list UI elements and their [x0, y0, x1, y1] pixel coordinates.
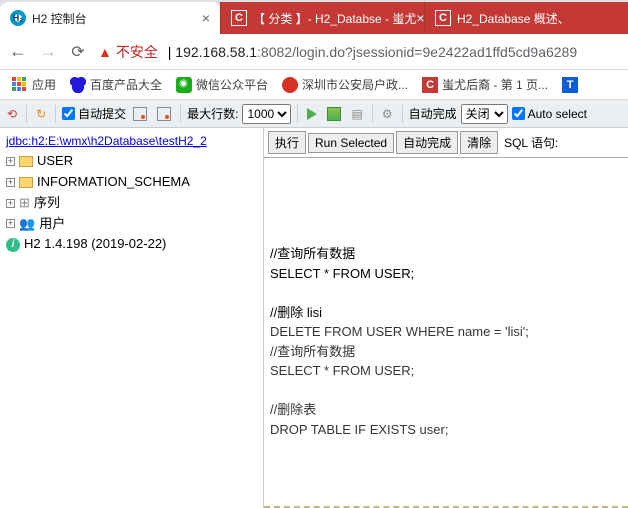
settings-button[interactable]: ⚙ — [379, 106, 396, 122]
bookmarks-bar: 应用 百度产品大全 微信公众平台 深圳市公安局户政... C蚩尤后裔 - 第 1… — [0, 70, 628, 100]
maxrows-select[interactable]: 1000 — [242, 104, 291, 124]
run-selected-button[interactable] — [324, 106, 344, 122]
autocomplete-button[interactable]: 自动完成 — [396, 131, 458, 154]
tab-active[interactable]: H₂ H2 控制台 × — [0, 2, 220, 34]
back-button[interactable]: ← — [8, 42, 28, 62]
close-icon[interactable]: × — [202, 10, 210, 26]
info-icon: i — [6, 238, 20, 252]
c-icon: C — [422, 77, 438, 93]
autocommit-checkbox[interactable]: 自动提交 — [62, 105, 126, 122]
tree-panel: jdbc:h2:E:\wmx\h2Database\testH2_2 +USER… — [0, 128, 264, 508]
h2-favicon: H₂ — [10, 10, 26, 26]
url-host: 192.168.58.1 — [175, 44, 257, 60]
url-path: /login.do?jsessionid=9e2422ad1ffd5cd9a62… — [292, 44, 577, 60]
commit-button[interactable] — [130, 106, 150, 122]
folder-icon — [19, 156, 33, 167]
workspace: jdbc:h2:E:\wmx\h2Database\testH2_2 +USER… — [0, 128, 628, 508]
url-port: :8082 — [257, 44, 292, 60]
main-panel: 执行 Run Selected 自动完成 清除 SQL 语句: I //查询所有… — [264, 128, 628, 508]
tree-item-user[interactable]: +USER — [6, 151, 257, 172]
autocomplete-label: 自动完成 — [409, 105, 457, 122]
url-input[interactable]: ▲不安全 | 192.168.58.1 :8082 /login.do?jses… — [98, 42, 620, 62]
bookmark-wechat[interactable]: 微信公众平台 — [172, 74, 272, 95]
folder-icon — [19, 177, 33, 188]
sql-toolbar: 执行 Run Selected 自动完成 清除 SQL 语句: — [264, 128, 628, 158]
apps-icon — [12, 77, 28, 93]
autocomplete-select[interactable]: 关闭 — [461, 104, 508, 124]
wechat-icon — [176, 77, 192, 93]
tree-item-users[interactable]: +👥用户 — [6, 214, 257, 235]
sql-editor[interactable]: I //查询所有数据 SELECT * FROM USER; //删除 lisi… — [264, 158, 628, 508]
forward-button[interactable]: → — [38, 42, 58, 62]
clear-button[interactable]: 清除 — [460, 131, 498, 154]
seq-icon: ⊞ — [19, 193, 30, 214]
c-favicon: C — [435, 10, 451, 26]
tree-item-schema[interactable]: +INFORMATION_SCHEMA — [6, 172, 257, 193]
reload-button[interactable]: ⟳ — [68, 42, 88, 62]
run-selected-icon — [327, 107, 341, 121]
play-icon — [307, 108, 317, 120]
expand-icon[interactable]: + — [6, 219, 15, 228]
bookmark-apps[interactable]: 应用 — [8, 74, 60, 95]
maxrows-label: 最大行数: — [187, 105, 238, 122]
sql-label: SQL 语句: — [504, 134, 558, 151]
tab-title: H2 控制台 — [32, 10, 87, 27]
bookmark-blog[interactable]: C蚩尤后裔 - 第 1 页... — [418, 74, 552, 95]
paw-icon — [70, 77, 86, 93]
security-warning: ▲不安全 — [98, 42, 158, 62]
rollback-button[interactable] — [154, 106, 174, 122]
expand-icon[interactable]: + — [6, 178, 15, 187]
autoselect-checkbox[interactable]: Auto select — [512, 107, 587, 121]
t-icon: T — [562, 77, 578, 93]
warning-icon: ▲ — [98, 44, 112, 60]
expand-icon[interactable]: + — [6, 157, 15, 166]
tree-item-seq[interactable]: +⊞序列 — [6, 193, 257, 214]
bookmark-shenzhen[interactable]: 深圳市公安局户政... — [278, 74, 412, 95]
c-favicon: C — [231, 10, 247, 26]
tab-1[interactable]: C 【 分类 】- H2_Databse - 蚩尤 × — [220, 2, 424, 34]
tab-2[interactable]: C H2_Database 概述、 — [424, 2, 628, 34]
disconnect-button[interactable]: ⟲ — [4, 106, 20, 122]
address-bar: ← → ⟳ ▲不安全 | 192.168.58.1 :8082 /login.d… — [0, 34, 628, 70]
tab-title: 【 分类 】- H2_Databse - 蚩尤 — [253, 10, 416, 27]
jdbc-url[interactable]: jdbc:h2:E:\wmx\h2Database\testH2_2 — [6, 132, 257, 151]
tab-title: H2_Database 概述、 — [457, 10, 570, 27]
bookmark-t[interactable]: T — [558, 75, 582, 95]
run-selected-button[interactable]: Run Selected — [308, 133, 394, 153]
browser-tabs: H₂ H2 控制台 × C 【 分类 】- H2_Databse - 蚩尤 × … — [0, 0, 628, 34]
history-button[interactable]: ▤ — [348, 106, 365, 122]
run-button[interactable] — [304, 107, 320, 121]
refresh-button[interactable]: ↻ — [33, 106, 49, 122]
users-icon: 👥 — [19, 214, 35, 235]
run-button[interactable]: 执行 — [268, 131, 306, 154]
expand-icon[interactable]: + — [6, 199, 15, 208]
badge-icon — [282, 77, 298, 93]
tree-version: iH2 1.4.198 (2019-02-22) — [6, 234, 257, 255]
app-toolbar: ⟲ ↻ 自动提交 最大行数: 1000 ▤ ⚙ 自动完成 关闭 Auto sel… — [0, 100, 628, 128]
close-icon[interactable]: × — [416, 10, 424, 26]
bookmark-baidu[interactable]: 百度产品大全 — [66, 74, 166, 95]
